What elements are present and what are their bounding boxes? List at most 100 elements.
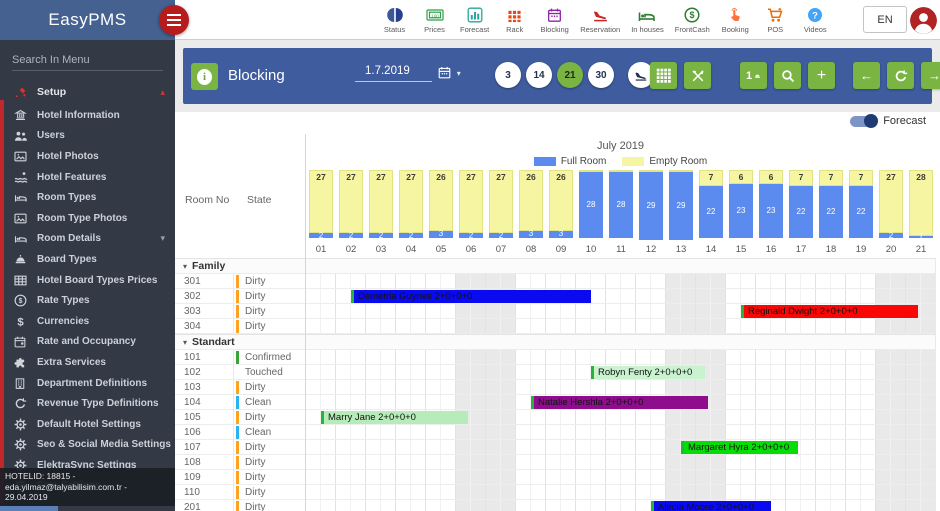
hamburger-menu-button[interactable] <box>159 5 189 35</box>
range-21-days-button[interactable]: 21 <box>557 62 583 88</box>
nav-booking[interactable]: Booking <box>719 0 752 40</box>
reservation-bar-robyn-102[interactable]: Robyn Fenty 2+0+0+0 <box>591 366 705 379</box>
sidebar-item-board-types[interactable]: Board Types <box>0 249 175 270</box>
timeline-row-304[interactable] <box>306 319 935 334</box>
one-day-bell-button[interactable]: 1 <box>740 62 767 89</box>
nav-in-houses[interactable]: In houses <box>629 0 666 40</box>
nav-reservation[interactable]: Reservation <box>578 0 622 40</box>
date-value[interactable]: 1.7.2019 <box>355 65 432 82</box>
room-row-102[interactable]: 102Touched <box>175 365 305 380</box>
timeline-row-109[interactable] <box>306 470 935 485</box>
room-state-cell[interactable]: Confirmed <box>233 350 305 364</box>
sidebar-item-rate-and-occupancy[interactable]: Rate and Occupancy <box>0 332 175 353</box>
range-3-days-button[interactable]: 3 <box>495 62 521 88</box>
room-row-304[interactable]: 304Dirty <box>175 319 305 334</box>
room-state-cell[interactable]: Touched <box>233 365 305 379</box>
range-14-days-button[interactable]: 14 <box>526 62 552 88</box>
timeline-row-101[interactable] <box>306 350 935 365</box>
restaurant-button[interactable] <box>684 62 711 89</box>
sidebar-item-room-types[interactable]: Room Types <box>0 187 175 208</box>
room-state-cell[interactable]: Clean <box>233 425 305 439</box>
add-button[interactable] <box>808 62 835 89</box>
reservation-bar-alecia-201[interactable]: Alecia Moore 2+0+0+0 <box>651 501 771 511</box>
room-state-cell[interactable]: Dirty <box>233 485 305 499</box>
search-input[interactable] <box>12 50 163 71</box>
room-row-107[interactable]: 107Dirty <box>175 440 305 455</box>
language-button[interactable]: EN <box>863 6 907 33</box>
room-state-cell[interactable]: Dirty <box>233 455 305 469</box>
sidebar-item-currencies[interactable]: $Currencies <box>0 311 175 332</box>
toggle-pill-icon[interactable] <box>850 116 877 127</box>
sidebar-item-revenue-type-definitions[interactable]: Revenue Type Definitions <box>0 393 175 414</box>
nav-frontcash[interactable]: $FrontCash <box>673 0 712 40</box>
sidebar-item-setup[interactable]: Setup▴ <box>0 79 175 105</box>
room-row-301[interactable]: 301Dirty <box>175 274 305 289</box>
room-state-cell[interactable]: Dirty <box>233 319 305 333</box>
room-row-108[interactable]: 108Dirty <box>175 455 305 470</box>
nav-status[interactable]: Status <box>378 0 411 40</box>
prev-period-button[interactable] <box>853 62 880 89</box>
sidebar-item-hotel-features[interactable]: Hotel Features <box>0 167 175 188</box>
nav-rack[interactable]: Rack <box>498 0 531 40</box>
user-avatar[interactable] <box>910 7 937 34</box>
room-row-302[interactable]: 302Dirty <box>175 289 305 304</box>
sidebar-item-hotel-board-types-prices[interactable]: Hotel Board Types Prices <box>0 270 175 291</box>
room-row-104[interactable]: 104Clean <box>175 395 305 410</box>
sidebar-item-room-type-photos[interactable]: Room Type Photos <box>0 208 175 229</box>
nav-blocking[interactable]: Blocking <box>538 0 571 40</box>
group-header-standart[interactable]: ▾Standart <box>175 334 305 350</box>
nav-prices[interactable]: 100Prices <box>418 0 451 40</box>
forecast-toggle[interactable]: Forecast <box>850 115 926 127</box>
reservation-bar-reginald-303[interactable]: Reginald Dwight 2+0+0+0 <box>741 305 918 318</box>
room-state-cell[interactable]: Dirty <box>233 304 305 318</box>
sidebar-item-hotel-photos[interactable]: Hotel Photos <box>0 146 175 167</box>
nav-videos[interactable]: ?Videos <box>799 0 832 40</box>
sidebar-item-department-definitions[interactable]: Department Definitions <box>0 373 175 394</box>
timeline-row-108[interactable] <box>306 455 935 470</box>
sidebar-item-default-hotel-settings[interactable]: Default Hotel Settings <box>0 414 175 435</box>
room-row-103[interactable]: 103Dirty <box>175 380 305 395</box>
room-row-105[interactable]: 105Dirty <box>175 410 305 425</box>
reservation-bar-natalie-104[interactable]: Natalie Hershla 2+0+0+0 <box>531 396 708 409</box>
info-button[interactable]: i <box>191 63 218 90</box>
grid-view-button[interactable] <box>650 62 677 89</box>
range-30-days-button[interactable]: 30 <box>588 62 614 88</box>
room-row-109[interactable]: 109Dirty <box>175 470 305 485</box>
room-state-cell[interactable]: Dirty <box>233 500 305 511</box>
reservation-bar-margaret-107[interactable]: Margaret Hyra 2+0+0+0 <box>681 441 798 454</box>
room-row-303[interactable]: 303Dirty <box>175 304 305 319</box>
sidebar-item-hotel-information[interactable]: Hotel Information <box>0 105 175 126</box>
timeline-row-103[interactable] <box>306 380 935 395</box>
nav-forecast[interactable]: Forecast <box>458 0 491 40</box>
room-row-110[interactable]: 110Dirty <box>175 485 305 500</box>
sidebar-item-users[interactable]: Users <box>0 126 175 147</box>
sidebar-item-extra-services[interactable]: Extra Services <box>0 352 175 373</box>
room-row-201[interactable]: 201Dirty <box>175 500 305 511</box>
date-picker[interactable]: 1.7.2019 ▾ <box>355 65 461 82</box>
room-state-cell[interactable]: Dirty <box>233 289 305 303</box>
sidebar-scrollbar[interactable] <box>0 506 58 511</box>
room-state-cell[interactable]: Dirty <box>233 440 305 454</box>
search-button[interactable] <box>774 62 801 89</box>
room-row-101[interactable]: 101Confirmed <box>175 350 305 365</box>
timeline-row-201[interactable] <box>306 500 935 511</box>
reservation-bar-marry-105[interactable]: Marry Jane 2+0+0+0 <box>321 411 468 424</box>
next-period-button[interactable] <box>921 62 940 89</box>
room-state-cell[interactable]: Clean <box>233 395 305 409</box>
sidebar-item-rate-types[interactable]: $Rate Types <box>0 290 175 311</box>
sidebar-item-room-details[interactable]: Room Details▾ <box>0 229 175 250</box>
group-header-family[interactable]: ▾Family <box>175 258 305 274</box>
timeline-row-106[interactable] <box>306 425 935 440</box>
room-state-cell[interactable]: Dirty <box>233 410 305 424</box>
timeline-row-301[interactable] <box>306 274 935 289</box>
timeline-row-110[interactable] <box>306 485 935 500</box>
room-state-cell[interactable]: Dirty <box>233 380 305 394</box>
timeline-row-107[interactable] <box>306 440 935 455</box>
reservation-bar-demetria-302[interactable]: Demetria Guynes 2+0+0+0 <box>351 290 591 303</box>
room-row-106[interactable]: 106Clean <box>175 425 305 440</box>
nav-pos[interactable]: POS <box>759 0 792 40</box>
room-state-cell[interactable]: Dirty <box>233 470 305 484</box>
sidebar-item-seo-social-media-settings[interactable]: Seo & Social Media Settings <box>0 435 175 456</box>
room-state-cell[interactable]: Dirty <box>233 274 305 288</box>
refresh-button[interactable] <box>887 62 914 89</box>
